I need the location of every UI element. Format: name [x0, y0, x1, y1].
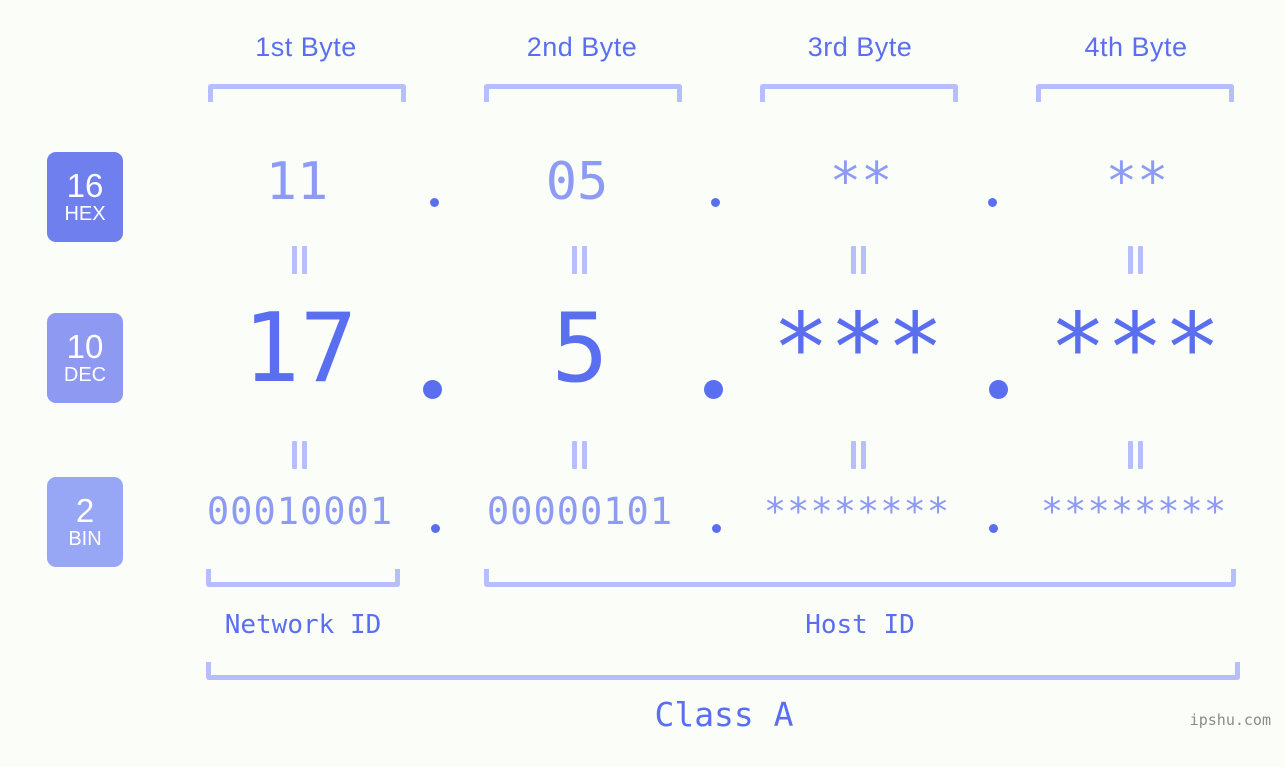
radix-badge-bin-abbr: BIN: [68, 528, 102, 550]
dec-byte-1-value: 17: [242, 294, 358, 404]
dec-dot-separator-3: [989, 380, 1008, 399]
host-id-label: Host ID: [805, 610, 915, 640]
byte-header-1: 1st Byte: [255, 32, 357, 62]
byte-bracket-2: [484, 84, 682, 102]
bin-dot-separator-1: [431, 524, 440, 533]
bin-byte-3-value: ********: [763, 490, 951, 533]
radix-badge-bin: 2 BIN: [47, 477, 123, 567]
radix-badge-dec-abbr: DEC: [63, 364, 107, 386]
byte-header-3: 3rd Byte: [807, 32, 913, 62]
radix-badge-bin-number: 2: [75, 492, 95, 529]
dec-byte-2-value: 5: [551, 294, 609, 404]
byte-header-2: 2nd Byte: [526, 32, 638, 62]
byte-header-4: 4th Byte: [1084, 32, 1188, 62]
byte-bracket-4: [1036, 84, 1234, 102]
radix-badge-hex: 16 HEX: [47, 152, 123, 242]
class-bracket: [206, 662, 1240, 680]
equality-icon-hex-dec-3: [850, 246, 868, 274]
hex-byte-2-value: 05: [545, 152, 609, 212]
equality-icon-hex-dec-1: [291, 246, 309, 274]
radix-badge-hex-number: 16: [66, 167, 104, 204]
hex-byte-4-value: **: [1105, 152, 1169, 212]
radix-badge-dec: 10 DEC: [47, 313, 123, 403]
dec-byte-4-value: ***: [1049, 294, 1221, 404]
bin-dot-separator-2: [712, 524, 721, 533]
bin-byte-4-value: ********: [1040, 490, 1228, 533]
byte-bracket-1: [208, 84, 406, 102]
equality-icon-dec-bin-3: [850, 441, 868, 469]
equality-icon-dec-bin-4: [1127, 441, 1145, 469]
dec-byte-3-value: ***: [772, 294, 944, 404]
host-id-bracket: [484, 569, 1236, 587]
network-id-label: Network ID: [224, 610, 382, 640]
equality-icon-hex-dec-2: [571, 246, 589, 274]
hex-dot-separator-1: [430, 198, 439, 207]
hex-byte-3-value: **: [829, 152, 893, 212]
byte-bracket-3: [760, 84, 958, 102]
dec-dot-separator-2: [704, 380, 723, 399]
network-id-bracket: [206, 569, 400, 587]
hex-dot-separator-2: [711, 198, 720, 207]
equality-icon-dec-bin-2: [571, 441, 589, 469]
ip-address-breakdown-diagram: 1st Byte 2nd Byte 3rd Byte 4th Byte 16 H…: [0, 0, 1285, 767]
bin-dot-separator-3: [989, 524, 998, 533]
radix-badge-dec-number: 10: [66, 328, 104, 365]
equality-icon-dec-bin-1: [291, 441, 309, 469]
hex-byte-1-value: 11: [265, 152, 329, 212]
dec-dot-separator-1: [423, 380, 442, 399]
bin-byte-1-value: 00010001: [206, 490, 394, 533]
class-label: Class A: [654, 695, 794, 734]
hex-dot-separator-3: [988, 198, 997, 207]
site-watermark: ipshu.com: [1189, 711, 1271, 729]
bin-byte-2-value: 00000101: [486, 490, 674, 533]
radix-badge-hex-abbr: HEX: [64, 203, 106, 225]
equality-icon-hex-dec-4: [1127, 246, 1145, 274]
